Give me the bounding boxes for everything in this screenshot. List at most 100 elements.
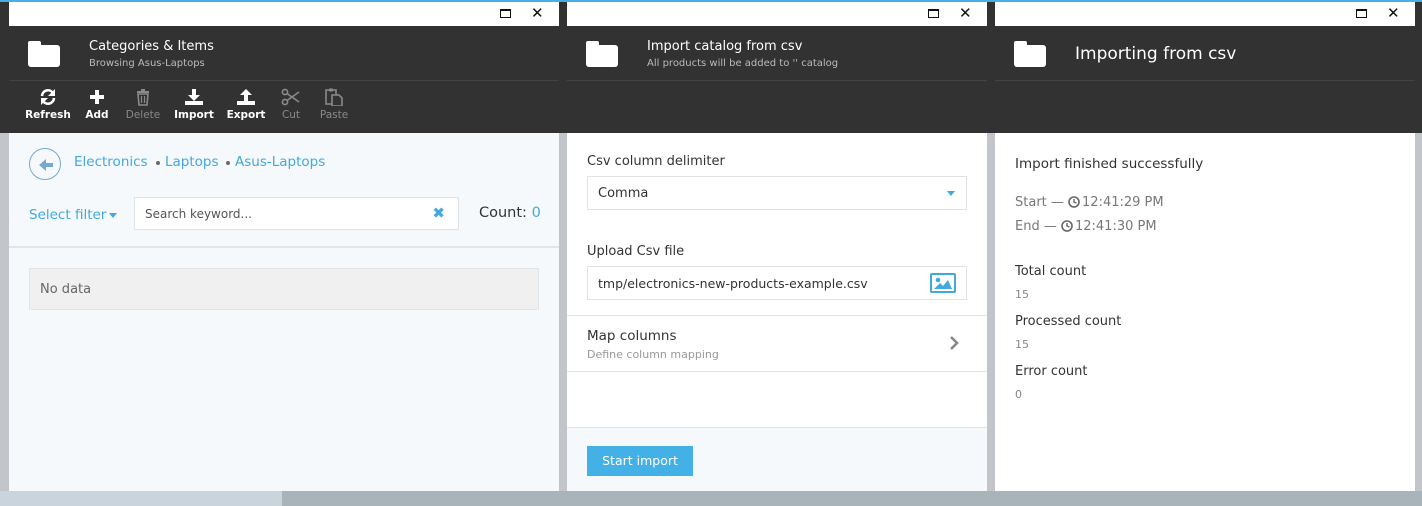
maximize-button[interactable] <box>917 2 949 26</box>
select-filter-dropdown[interactable]: Select filter <box>29 207 118 223</box>
window-controls-bar: ✕ <box>995 2 1415 26</box>
clock-icon <box>1068 196 1080 208</box>
export-label: Export <box>226 109 266 121</box>
back-button[interactable] <box>29 148 61 180</box>
blade-subtitle: All products will be added to '' catalog <box>647 58 839 69</box>
breadcrumb-separator <box>156 161 160 165</box>
error-count-value: 0 <box>1015 388 1022 401</box>
upload-file-field[interactable]: tmp/electronics-new-products-example.csv <box>587 266 967 300</box>
delimiter-label: Csv column delimiter <box>587 154 725 169</box>
maximize-button[interactable] <box>489 2 521 26</box>
blade-header: Import catalog from csv All products wil… <box>567 26 987 81</box>
map-columns-row[interactable]: Map columns Define column mapping <box>567 316 987 371</box>
close-button[interactable]: ✕ <box>1377 2 1409 26</box>
add-button[interactable]: Add <box>72 88 122 128</box>
map-columns-title: Map columns <box>587 328 677 344</box>
clear-search-icon[interactable]: ✖ <box>432 204 445 222</box>
blade-footer: Start import <box>567 427 987 491</box>
blade-header: Categories & Items Browsing Asus-Laptops <box>9 26 559 81</box>
maximize-button[interactable] <box>1345 2 1377 26</box>
arrow-left-icon <box>39 159 53 171</box>
categories-items-blade: ✕ Categories & Items Browsing Asus-Lapto… <box>9 2 559 491</box>
blade-content: Csv column delimiter Comma Upload Csv fi… <box>567 133 987 491</box>
upload-icon <box>237 89 255 105</box>
paste-icon <box>325 88 343 106</box>
blade-toolbar-empty <box>995 82 1415 133</box>
divider <box>567 371 987 372</box>
blade-content: Import finished successfully Start — 12:… <box>995 133 1415 491</box>
folder-icon <box>586 41 618 67</box>
folder-icon <box>28 41 60 67</box>
count-value: 0 <box>531 205 541 221</box>
blade-toolbar: Refresh Add Delete Import Export Cut Pas… <box>9 82 559 133</box>
scissors-icon <box>281 88 300 106</box>
download-icon <box>185 89 203 105</box>
import-csv-blade: ✕ Import catalog from csv All products w… <box>567 2 987 491</box>
map-columns-subtitle: Define column mapping <box>587 348 719 361</box>
end-time: End — 12:41:30 PM <box>1015 219 1157 234</box>
error-count-label: Error count <box>1015 364 1088 379</box>
select-filter-label: Select filter <box>29 207 107 223</box>
close-icon: ✕ <box>1387 4 1400 22</box>
blade-title: Categories & Items <box>89 39 214 54</box>
close-button[interactable]: ✕ <box>949 2 981 26</box>
window-controls-bar: ✕ <box>9 2 559 26</box>
refresh-icon <box>40 89 56 105</box>
clock-icon <box>1061 220 1073 232</box>
total-count-value: 15 <box>1015 288 1029 301</box>
folder-icon <box>1014 41 1046 67</box>
end-time-value: 12:41:30 PM <box>1074 219 1157 234</box>
blade-content: Electronics Laptops Asus-Laptops Select … <box>9 133 559 491</box>
delimiter-select[interactable]: Comma <box>587 176 967 210</box>
upload-label: Upload Csv file <box>587 244 685 259</box>
horizontal-scrollbar[interactable] <box>0 491 1422 506</box>
window-controls-bar: ✕ <box>567 2 987 26</box>
upload-file-value: tmp/electronics-new-products-example.csv <box>598 276 868 291</box>
breadcrumb-laptops[interactable]: Laptops <box>165 154 219 170</box>
importing-blade: ✕ Importing from csv Import finished suc… <box>995 2 1415 491</box>
paste-label: Paste <box>319 109 349 121</box>
divider <box>9 246 559 248</box>
maximize-icon <box>928 9 939 18</box>
delimiter-value: Comma <box>598 186 649 201</box>
import-label: Import <box>174 109 214 121</box>
blade-title: Importing from csv <box>1075 44 1237 64</box>
blade-subtitle: Browsing Asus-Laptops <box>89 58 205 69</box>
no-data-message: No data <box>29 268 539 310</box>
blade-header: Importing from csv <box>995 26 1415 81</box>
import-button[interactable]: Import <box>169 88 219 128</box>
start-import-button[interactable]: Start import <box>587 446 693 476</box>
count-label: Count: <box>479 205 527 221</box>
chevron-right-icon <box>950 336 959 350</box>
scrollbar-thumb[interactable] <box>0 491 282 506</box>
search-box: ✖ <box>134 197 459 230</box>
delete-button[interactable]: Delete <box>118 88 168 128</box>
breadcrumb-electronics[interactable]: Electronics <box>74 154 148 170</box>
start-time: Start — 12:41:29 PM <box>1015 195 1164 210</box>
plus-icon <box>90 90 104 104</box>
image-icon[interactable] <box>930 273 956 297</box>
refresh-label: Refresh <box>25 109 71 121</box>
item-count: Count: 0 <box>479 205 541 221</box>
processed-count-label: Processed count <box>1015 314 1122 329</box>
end-prefix: End — <box>1015 219 1057 234</box>
add-label: Add <box>85 109 109 121</box>
search-input[interactable] <box>135 198 425 229</box>
breadcrumb-separator <box>226 161 230 165</box>
total-count-label: Total count <box>1015 264 1087 279</box>
close-icon: ✕ <box>531 4 544 22</box>
refresh-button[interactable]: Refresh <box>23 88 73 128</box>
maximize-icon <box>500 9 511 18</box>
blade-title: Import catalog from csv <box>647 39 803 54</box>
processed-count-value: 15 <box>1015 338 1029 351</box>
close-icon: ✕ <box>959 4 972 22</box>
close-button[interactable]: ✕ <box>521 2 553 26</box>
maximize-icon <box>1356 9 1367 18</box>
caret-down-icon <box>109 212 118 218</box>
export-button[interactable]: Export <box>221 88 271 128</box>
breadcrumb-asus-laptops[interactable]: Asus-Laptops <box>235 154 325 170</box>
delete-label: Delete <box>125 109 161 121</box>
blade-toolbar-empty <box>567 82 987 133</box>
paste-button[interactable]: Paste <box>309 88 359 128</box>
import-status: Import finished successfully <box>1015 156 1204 172</box>
